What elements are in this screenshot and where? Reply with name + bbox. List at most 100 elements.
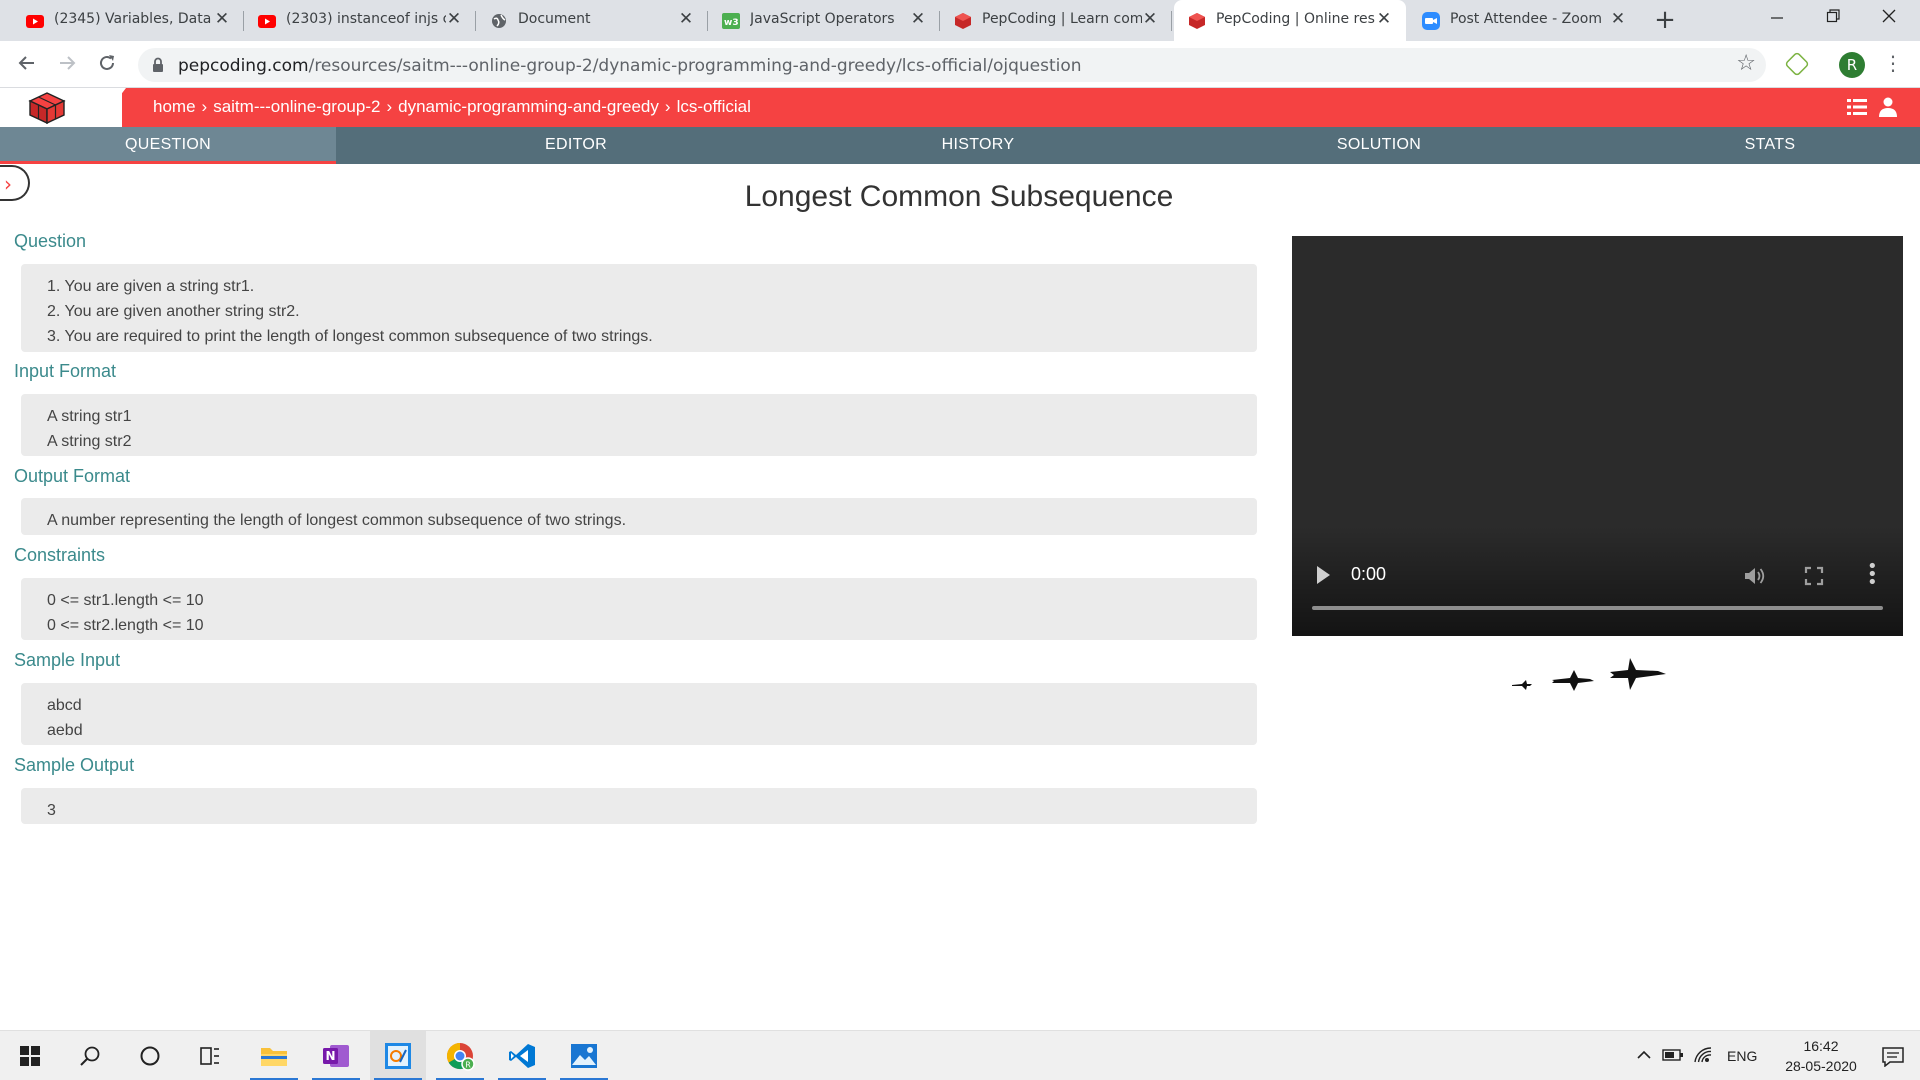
breadcrumb-course[interactable]: saitm---online-group-2 <box>213 97 380 116</box>
system-tray: ENG 16:42 28-05-2020 <box>1590 1031 1920 1080</box>
question-line: 3. You are required to print the length … <box>47 328 653 345</box>
notifications-icon[interactable] <box>1882 1047 1904 1067</box>
breadcrumb-home[interactable]: home <box>153 97 196 116</box>
pepcoding-logo[interactable] <box>28 92 66 124</box>
video-progress-track[interactable] <box>1312 606 1883 610</box>
tab-title: Post Attendee - Zoom <box>1450 11 1602 27</box>
onenote-icon[interactable]: N <box>308 1031 364 1080</box>
tab-title: Document <box>518 11 591 27</box>
section-box-sample-input: abcd aebd <box>21 683 1257 745</box>
tab-title: (2303) instanceof injs c <box>286 11 446 27</box>
address-bar[interactable]: pepcoding.com/resources/saitm---online-g… <box>138 48 1766 82</box>
battery-icon[interactable] <box>1662 1048 1684 1062</box>
start-icon[interactable] <box>2 1031 58 1080</box>
logo-area-slant <box>96 88 126 127</box>
svg-text:w3: w3 <box>724 18 739 28</box>
forward-icon[interactable] <box>53 51 81 79</box>
user-icon[interactable] <box>1879 97 1897 117</box>
close-icon[interactable]: ✕ <box>908 9 928 29</box>
language-indicator[interactable]: ENG <box>1727 1048 1757 1064</box>
close-icon[interactable]: ✕ <box>676 9 696 29</box>
browser-tab[interactable]: Document ✕ <box>476 0 708 41</box>
section-box-input-format: A string str1 A string str2 <box>21 394 1257 456</box>
video-more-icon[interactable]: • • • <box>1867 558 1878 592</box>
more-menu-icon[interactable]: ⋮ <box>1883 51 1903 75</box>
tab-title: JavaScript Operators <box>750 11 895 27</box>
new-tab-button[interactable]: + <box>1652 7 1678 34</box>
tab-question[interactable]: QUESTION <box>0 127 336 164</box>
section-label-input-format: Input Format <box>14 361 117 381</box>
constraint-line: 0 <= str2.length <= 10 <box>47 617 204 634</box>
question-line: 1. You are given a string str1. <box>47 278 255 295</box>
clock-time[interactable]: 16:42 <box>1790 1038 1852 1054</box>
file-explorer-icon[interactable] <box>246 1031 302 1080</box>
output-format-line: A number representing the length of long… <box>47 512 627 529</box>
breadcrumb-topic[interactable]: dynamic-programming-and-greedy <box>398 97 659 116</box>
bookmark-star-icon[interactable]: ☆ <box>1736 51 1756 76</box>
pepcoding-icon <box>1188 12 1206 30</box>
search-icon[interactable] <box>62 1031 118 1080</box>
clock-date[interactable]: 28-05-2020 <box>1770 1058 1872 1074</box>
chevron-up-icon[interactable] <box>1636 1050 1652 1060</box>
w3schools-icon: w3 <box>722 12 740 30</box>
tab-divider <box>1171 11 1172 31</box>
back-icon[interactable] <box>13 51 41 79</box>
section-box-question: 1. You are given a string str1. 2. You a… <box>21 264 1257 352</box>
svg-text:N: N <box>326 1049 336 1063</box>
task-view-icon[interactable] <box>182 1031 238 1080</box>
browser-tab-active[interactable]: PepCoding | Online res ✕ <box>1174 0 1406 41</box>
paint-icon[interactable] <box>370 1031 426 1080</box>
tab-stats[interactable]: STATS <box>1610 127 1920 164</box>
photos-icon[interactable] <box>556 1031 612 1080</box>
question-line: 2. You are given another string str2. <box>47 303 300 320</box>
list-icon[interactable] <box>1847 98 1867 116</box>
section-box-constraints: 0 <= str1.length <= 10 0 <= str2.length … <box>21 578 1257 640</box>
browser-tab[interactable]: (2345) Variables, Data T ✕ <box>12 0 244 41</box>
minimize-icon[interactable] <box>1762 6 1792 32</box>
close-icon[interactable]: ✕ <box>1608 9 1628 29</box>
fullscreen-icon[interactable] <box>1804 566 1824 586</box>
profile-avatar[interactable]: R <box>1839 52 1865 78</box>
reload-icon[interactable] <box>93 51 121 79</box>
breadcrumb-current: lcs-official <box>676 97 751 116</box>
breadcrumb-separator: › <box>201 97 208 116</box>
restore-icon[interactable] <box>1818 6 1848 32</box>
section-label-sample-input: Sample Input <box>14 650 121 670</box>
extension-icon[interactable] <box>1784 51 1810 77</box>
browser-tab[interactable]: Post Attendee - Zoom ✕ <box>1408 0 1640 41</box>
cortana-icon[interactable] <box>122 1031 178 1080</box>
zoom-icon <box>1422 12 1440 30</box>
globe-icon <box>490 12 508 30</box>
section-label-constraints: Constraints <box>14 545 106 565</box>
site-header: home › saitm---online-group-2 › dynamic-prog… <box>0 88 1920 127</box>
video-time: 0:00 <box>1351 564 1387 584</box>
video-player[interactable]: 0:00 • • • <box>1292 236 1903 636</box>
breadcrumb-separator: › <box>386 97 393 116</box>
tab-history[interactable]: HISTORY <box>818 127 1138 164</box>
play-icon[interactable] <box>1317 566 1330 584</box>
tab-editor[interactable]: EDITOR <box>416 127 736 164</box>
youtube-icon <box>258 12 276 30</box>
close-icon[interactable]: ✕ <box>212 9 232 29</box>
browser-tab[interactable]: (2303) instanceof injs c ✕ <box>244 0 476 41</box>
volume-icon[interactable] <box>1744 566 1766 586</box>
wifi-icon[interactable] <box>1693 1046 1713 1064</box>
window-close-icon[interactable] <box>1874 6 1904 32</box>
close-icon[interactable]: ✕ <box>1374 9 1394 29</box>
sample-input-line: abcd <box>47 697 82 714</box>
close-icon[interactable]: ✕ <box>444 9 464 29</box>
url-text: pepcoding.com/resources/saitm---online-g… <box>178 56 1082 76</box>
sample-input-line: aebd <box>47 722 83 739</box>
browser-tab-strip: (2345) Variables, Data T ✕ (2303) instan… <box>0 0 1920 41</box>
section-box-sample-output: 3 <box>21 788 1257 824</box>
section-label-question: Question <box>14 231 87 251</box>
browser-tab[interactable]: PepCoding | Learn com ✕ <box>940 0 1172 41</box>
browser-tab[interactable]: w3 JavaScript Operators ✕ <box>708 0 940 41</box>
tab-solution[interactable]: SOLUTION <box>1219 127 1539 164</box>
vscode-icon[interactable] <box>494 1031 550 1080</box>
close-icon[interactable]: ✕ <box>1140 9 1160 29</box>
tab-title: PepCoding | Online res <box>1216 11 1375 27</box>
input-format-line: A string str2 <box>47 433 132 450</box>
problem-tabs: QUESTION EDITOR HISTORY SOLUTION STATS <box>0 127 1920 164</box>
chrome-icon[interactable]: R <box>432 1031 488 1080</box>
